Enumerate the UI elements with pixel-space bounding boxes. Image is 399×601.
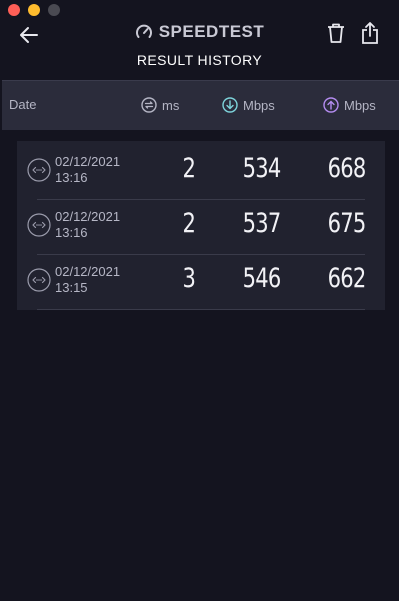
result-upload: 662 xyxy=(328,263,367,294)
result-time: 13:16 xyxy=(55,170,88,185)
ping-icon xyxy=(141,97,157,113)
zoom-window-button[interactable] xyxy=(48,4,60,16)
connection-icon[interactable] xyxy=(27,213,51,237)
result-upload: 675 xyxy=(328,208,367,239)
result-download: 537 xyxy=(243,208,282,239)
column-label-date: Date xyxy=(9,97,37,112)
upload-icon xyxy=(323,97,339,113)
result-row[interactable]: 02/12/2021 13:15 3 546 662 xyxy=(17,251,385,310)
result-ping: 3 xyxy=(182,263,195,294)
column-header-bar: Date ms Mbps Mbps xyxy=(2,80,399,130)
result-ping: 2 xyxy=(182,208,195,239)
column-label-ping: ms xyxy=(162,97,180,113)
column-header-date[interactable]: Date xyxy=(9,97,36,112)
result-row[interactable]: 02/12/2021 13:16 2 537 675 xyxy=(17,196,385,255)
minimize-window-button[interactable] xyxy=(28,4,40,16)
close-window-button[interactable] xyxy=(8,4,20,16)
result-date: 02/12/2021 xyxy=(55,264,121,279)
result-ping: 2 xyxy=(182,153,195,184)
results-list: 02/12/2021 13:16 2 534 668 02/12/2021 13… xyxy=(17,141,385,310)
connection-icon[interactable] xyxy=(27,158,51,182)
result-datetime: 02/12/2021 13:16 xyxy=(55,209,120,241)
trash-icon xyxy=(328,23,344,43)
column-header-download[interactable]: Mbps xyxy=(222,97,275,113)
delete-history-button[interactable] xyxy=(326,22,346,44)
result-datetime: 02/12/2021 13:16 xyxy=(55,154,120,186)
download-icon xyxy=(222,97,238,113)
result-row[interactable]: 02/12/2021 13:16 2 534 668 xyxy=(17,141,385,200)
page-title: RESULT HISTORY xyxy=(136,52,263,68)
column-header-upload[interactable]: Mbps xyxy=(323,97,376,113)
brand-name: SPEEDTEST xyxy=(158,22,265,41)
share-button[interactable] xyxy=(360,21,380,45)
result-time: 13:16 xyxy=(55,225,88,240)
speedometer-icon xyxy=(135,24,152,38)
app-window: SPEEDTEST RESULT HISTORY Date ms Mbps Mb… xyxy=(0,0,399,601)
share-icon xyxy=(362,22,378,44)
connection-icon[interactable] xyxy=(27,268,51,292)
window-controls xyxy=(8,4,60,16)
result-download: 534 xyxy=(243,153,282,184)
result-datetime: 02/12/2021 13:15 xyxy=(55,264,120,296)
result-time: 13:15 xyxy=(55,280,88,295)
row-divider xyxy=(37,309,365,310)
result-download: 546 xyxy=(243,263,282,294)
column-header-ping[interactable]: ms xyxy=(141,97,179,113)
result-date: 02/12/2021 xyxy=(55,209,121,224)
result-upload: 668 xyxy=(328,153,367,184)
result-date: 02/12/2021 xyxy=(55,154,121,169)
column-label-upload: Mbps xyxy=(344,97,376,113)
column-label-download: Mbps xyxy=(243,97,275,113)
